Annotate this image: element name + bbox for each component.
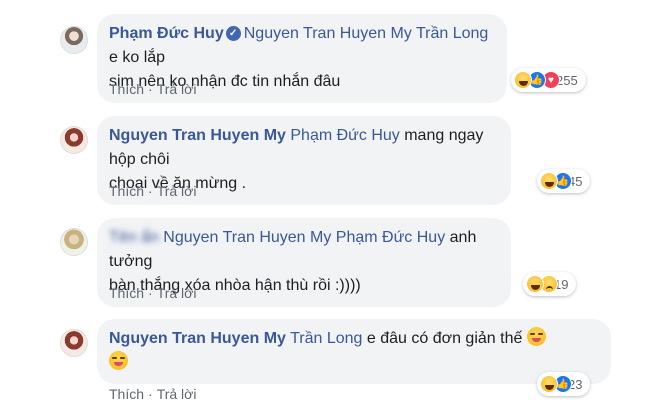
reaction-summary[interactable]: 👍 45 [537,169,591,193]
verified-icon: ✓ [225,26,241,41]
mention-tag[interactable]: Phạm Đức Huy [290,127,399,144]
separator: · [148,183,153,199]
like-link[interactable]: Thích [109,81,144,97]
comment-author[interactable]: Phạm Đức Huy [109,25,224,42]
reply-link[interactable]: Trả lời [157,81,197,97]
comment-actions: Thích · Trả lời [109,285,196,301]
like-link[interactable]: Thích [109,285,144,301]
reaction-summary[interactable]: 👍 ♥ 255 [511,68,586,92]
comment-bubble: Nguyen Tran Huyen My Trần Long e đâu có … [97,319,611,384]
separator: · [148,81,153,97]
haha-reaction-icon [540,375,558,393]
comment-actions: Thích · Trả lời [109,386,196,402]
like-link[interactable]: Thích [109,386,144,402]
reaction-summary[interactable]: 19 [523,272,577,296]
avatar[interactable] [60,228,88,256]
mention-tag[interactable]: Trần Long [290,330,362,347]
reaction-summary[interactable]: 👍 23 [537,372,591,396]
avatar[interactable] [60,126,88,154]
comment-actions: Thích · Trả lời [109,183,196,199]
tongue-out-emoji-icon [109,351,128,370]
haha-reaction-icon [514,71,532,89]
haha-reaction-icon [540,172,558,190]
like-link[interactable]: Thích [109,183,144,199]
comment-author-blurred[interactable]: Tên ẩn [109,229,159,246]
mention-tag[interactable]: Nguyen Tran Huyen My [163,229,331,246]
comment-actions: Thích · Trả lời [109,81,196,97]
comment-author[interactable]: Nguyen Tran Huyen My [109,330,286,347]
avatar[interactable] [60,329,88,357]
mention-tag[interactable]: Phạm Đức Huy [336,229,445,246]
mention-tag[interactable]: Nguyen Tran Huyen My [244,25,412,42]
reply-link[interactable]: Trả lời [157,183,197,199]
reply-link[interactable]: Trả lời [157,285,197,301]
comment-author[interactable]: Nguyen Tran Huyen My [109,127,286,144]
reply-link[interactable]: Trả lời [157,386,197,402]
comment-text: e ko lắp [109,49,166,66]
mention-tag[interactable]: Trần Long [416,25,488,42]
tongue-out-emoji-icon [526,327,546,346]
separator: · [148,386,153,402]
comment-text: e đâu có đơn giản thế [362,330,523,347]
avatar[interactable] [60,26,88,54]
separator: · [148,285,153,301]
haha-reaction-icon [526,275,544,293]
